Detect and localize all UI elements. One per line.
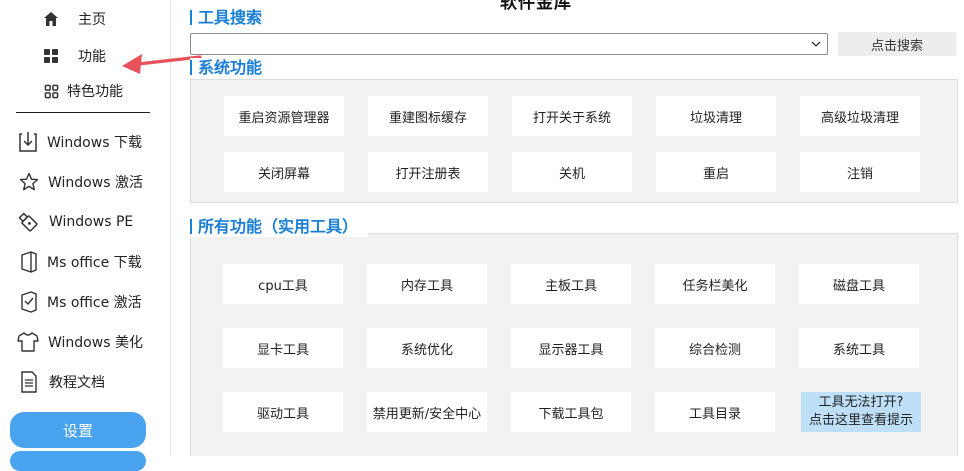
- sidebar-item-windows-download[interactable]: Windows 下载: [0, 127, 170, 157]
- sidebar-item-windows-beautify[interactable]: Windows 美化: [0, 327, 170, 357]
- monitor-tools-button[interactable]: 显示器工具: [511, 328, 631, 368]
- heading-text: 所有功能（实用工具）: [198, 217, 359, 236]
- system-tools-button[interactable]: 系统工具: [799, 328, 919, 368]
- sidebar-item-special-features[interactable]: 特色功能: [0, 76, 170, 106]
- sidebar-item-windows-pe[interactable]: Windows PE: [0, 207, 170, 237]
- sidebar-item-home[interactable]: 主页: [0, 4, 170, 34]
- settings-button[interactable]: 设置: [10, 412, 146, 448]
- heading-text: 系统功能: [198, 58, 263, 77]
- all-tools-section-heading: 所有功能（实用工具）: [190, 217, 369, 237]
- logoff-button[interactable]: 注销: [800, 152, 920, 192]
- extra-button[interactable]: [10, 451, 146, 471]
- heading-bar: [190, 60, 192, 75]
- sidebar-item-label: 功能: [78, 49, 106, 65]
- junk-cleanup-button[interactable]: 垃圾清理: [656, 96, 776, 136]
- advanced-junk-cleanup-button[interactable]: 高级垃圾清理: [800, 96, 920, 136]
- sidebar-divider: [16, 112, 150, 113]
- sidebar-item-label: Ms office 下载: [47, 255, 142, 271]
- system-optimize-button[interactable]: 系统优化: [367, 328, 487, 368]
- open-registry-button[interactable]: 打开注册表: [368, 152, 488, 192]
- sidebar-item-label: 特色功能: [67, 84, 123, 100]
- sidebar-item-label: Windows 下载: [47, 135, 142, 151]
- search-input[interactable]: [195, 35, 809, 55]
- office-icon: [18, 251, 40, 273]
- sidebar-item-label: Windows 激活: [48, 175, 143, 191]
- restart-explorer-button[interactable]: 重启资源管理器: [224, 96, 344, 136]
- sidebar-item-label: 主页: [78, 12, 106, 28]
- usb-drive-icon: [17, 211, 39, 233]
- taskbar-beautify-button[interactable]: 任务栏美化: [655, 264, 775, 304]
- grid-outline-icon: [40, 80, 62, 102]
- help-tip-button[interactable]: 工具无法打开? 点击这里查看提示: [801, 392, 921, 432]
- office-activate-icon: [18, 291, 40, 313]
- gpu-tools-button[interactable]: 显卡工具: [223, 328, 343, 368]
- search-combobox[interactable]: [190, 33, 828, 55]
- turn-off-screen-button[interactable]: 关闭屏幕: [224, 152, 344, 192]
- app-title: 软件金库: [500, 0, 572, 13]
- rebuild-icon-cache-button[interactable]: 重建图标缓存: [368, 96, 488, 136]
- driver-tools-button[interactable]: 驱动工具: [223, 392, 343, 432]
- sidebar-item-label: Windows 美化: [48, 335, 143, 351]
- open-about-system-button[interactable]: 打开关于系统: [512, 96, 632, 136]
- sidebar-item-windows-activate[interactable]: Windows 激活: [0, 167, 170, 197]
- motherboard-tools-button[interactable]: 主板工具: [511, 264, 631, 304]
- sidebar-item-label: 教程文档: [49, 375, 105, 391]
- restart-button[interactable]: 重启: [656, 152, 776, 192]
- home-icon: [40, 8, 62, 30]
- grid-icon: [40, 45, 62, 67]
- sidebar-item-label: Ms office 激活: [47, 295, 142, 311]
- disk-tools-button[interactable]: 磁盘工具: [799, 264, 919, 304]
- search-button[interactable]: 点击搜索: [838, 32, 956, 56]
- heading-bar: [190, 219, 192, 234]
- star-icon: [18, 171, 40, 193]
- disable-update-security-button[interactable]: 禁用更新/安全中心: [367, 392, 487, 432]
- chevron-down-icon[interactable]: [809, 37, 823, 51]
- system-section-heading: 系统功能: [190, 58, 275, 78]
- sidebar: 主页 功能 特色功能 Windows 下载 Windows 激活 Windows…: [0, 0, 171, 471]
- download-icon: [17, 131, 39, 153]
- heading-bar: [190, 10, 192, 25]
- sidebar-item-tutorials[interactable]: 教程文档: [0, 367, 170, 397]
- sidebar-item-features[interactable]: 功能: [0, 41, 170, 71]
- tool-directory-button[interactable]: 工具目录: [655, 392, 775, 432]
- download-toolkit-button[interactable]: 下载工具包: [511, 392, 631, 432]
- sidebar-item-office-download[interactable]: Ms office 下载: [0, 247, 170, 277]
- tshirt-icon: [17, 331, 39, 353]
- shutdown-button[interactable]: 关机: [512, 152, 632, 192]
- comprehensive-test-button[interactable]: 综合检测: [655, 328, 775, 368]
- cpu-tools-button[interactable]: cpu工具: [223, 264, 343, 304]
- memory-tools-button[interactable]: 内存工具: [367, 264, 487, 304]
- help-tip-line2: 点击这里查看提示: [808, 413, 913, 428]
- help-tip-line1: 工具无法打开?: [818, 395, 904, 410]
- sidebar-item-label: Windows PE: [49, 214, 134, 230]
- sidebar-item-office-activate[interactable]: Ms office 激活: [0, 287, 170, 317]
- document-icon: [18, 371, 40, 393]
- search-section-heading: 工具搜索: [190, 8, 275, 28]
- heading-text: 工具搜索: [198, 8, 263, 27]
